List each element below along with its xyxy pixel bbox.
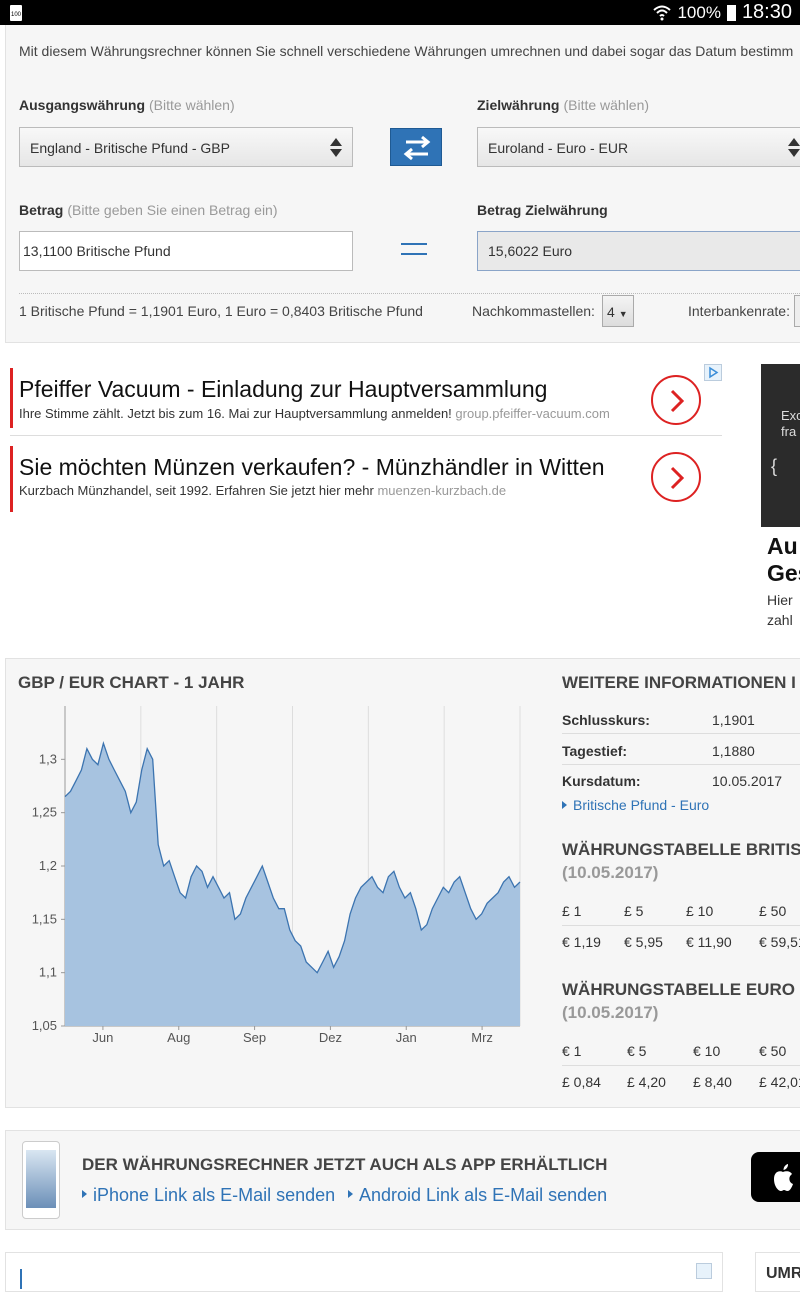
source-currency-select[interactable]: England - Britische Pfund - GBP <box>19 127 353 167</box>
table-gbp-title: WÄHRUNGSTABELLE BRITIS <box>562 840 800 859</box>
info-row-close: Schlusskurs: 1,1901 <box>562 704 800 734</box>
source-currency-label: Ausgangswährung (Bitte wählen) <box>19 97 235 113</box>
chevron-right-icon <box>670 466 685 490</box>
apple-icon <box>774 1164 793 1191</box>
amount-label: Betrag (Bitte geben Sie einen Betrag ein) <box>19 202 278 218</box>
table-row: € 1 € 5 € 10 € 50 <box>562 1035 800 1066</box>
dropdown-arrow-icon: ▼ <box>618 309 628 319</box>
y-tick-label: 1,05 <box>32 1018 57 1033</box>
battery-percent: 100% <box>677 2 721 22</box>
target-amount-label: Betrag Zielwährung <box>477 202 608 218</box>
x-tick-label: Dez <box>319 1030 342 1045</box>
ad-title[interactable]: Sie möchten Münzen verkaufen? - Münzhänd… <box>19 454 605 481</box>
app-store-button[interactable] <box>751 1152 800 1202</box>
divider <box>19 293 800 294</box>
ad-arrow-button[interactable] <box>651 375 701 425</box>
bottom-ad-panel <box>5 1252 723 1292</box>
ad-description: Kurzbach Münzhandel, seit 1992. Erfahren… <box>19 483 507 498</box>
target-currency-select[interactable]: Euroland - Euro - EUR <box>477 127 800 167</box>
x-tick-label: Aug <box>167 1030 190 1045</box>
clock: 18:30 <box>741 1 792 23</box>
table-row: € 1,19 € 5,95 € 11,90 € 59,51 <box>562 934 800 950</box>
status-bar: 100 100% 18:30 <box>0 0 800 25</box>
interbank-select[interactable] <box>794 295 800 327</box>
swap-currencies-button[interactable] <box>390 128 442 166</box>
chart-title: GBP / EUR CHART - 1 JAHR <box>18 673 245 692</box>
bottom-right-panel: UMR <box>755 1252 800 1292</box>
decimals-select[interactable]: 4 ▼ <box>602 295 634 327</box>
pair-link[interactable]: Britische Pfund - Euro <box>562 797 709 813</box>
table-row: £ 0,84 £ 4,20 £ 8,40 £ 42,01 <box>562 1074 800 1090</box>
ad-description: Ihre Stimme zählt. Jetzt bis zum 16. Mai… <box>19 406 610 421</box>
ad-pfeiffer[interactable]: Pfeiffer Vacuum - Einladung zur Hauptver… <box>10 368 722 428</box>
side-ad-description: zahl <box>767 612 793 628</box>
converter-panel: Mit diesem Währungsrechner können Sie sc… <box>5 25 800 343</box>
app-title: DER WÄHRUNGSRECHNER JETZT AUCH ALS APP E… <box>82 1155 608 1174</box>
ad-kurzbach[interactable]: Sie möchten Münzen verkaufen? - Münzhänd… <box>10 446 722 512</box>
info-row-low: Tagestief: 1,1880 <box>562 735 800 765</box>
swap-icon <box>403 135 431 161</box>
ad-accent <box>20 1269 22 1289</box>
triangle-right-icon <box>82 1190 87 1198</box>
side-ad-description: Hier <box>767 592 793 608</box>
table-gbp-date: (10.05.2017) <box>562 863 659 882</box>
adchoices-icon[interactable] <box>696 1263 712 1279</box>
target-currency-label: Zielwährung (Bitte wählen) <box>477 97 650 113</box>
side-ad-image[interactable]: Exc fra { <box>761 364 800 527</box>
triangle-right-icon <box>562 801 567 809</box>
chevron-right-icon <box>670 389 685 413</box>
gbp-eur-chart: 1,05 1,1 1,15 1,2 1,25 1,3 Jun Aug Sep Dez Jan Mrz <box>32 706 521 1045</box>
app-panel <box>5 1130 800 1230</box>
side-ad-title[interactable]: Au <box>767 533 798 560</box>
y-tick-label: 1,3 <box>39 751 57 766</box>
y-tick-label: 1,25 <box>32 805 57 820</box>
select-arrows-icon <box>788 138 800 158</box>
target-amount-field: 15,6022 Euro <box>477 231 800 271</box>
ad-arrow-button[interactable] <box>651 452 701 502</box>
triangle-right-icon <box>348 1190 353 1198</box>
side-ad-title[interactable]: Ges <box>767 560 800 587</box>
info-title: WEITERE INFORMATIONEN I <box>562 673 796 692</box>
battery-icon <box>726 4 736 21</box>
decimals-label: Nachkommastellen: <box>472 303 595 319</box>
x-tick-label: Jun <box>92 1030 113 1045</box>
equals-icon <box>401 243 427 255</box>
iphone-link[interactable]: iPhone Link als E-Mail senden <box>82 1185 335 1206</box>
ad-divider <box>10 435 722 436</box>
phone-app-image <box>22 1141 60 1219</box>
table-eur-date: (10.05.2017) <box>562 1003 659 1022</box>
y-tick-label: 1,2 <box>39 858 57 873</box>
select-arrows-icon <box>330 138 342 158</box>
table-row: £ 1 £ 5 £ 10 £ 50 <box>562 895 800 926</box>
rate-text: 1 Britische Pfund = 1,1901 Euro, 1 Euro … <box>19 303 423 319</box>
info-row-date: Kursdatum: 10.05.2017 <box>562 773 783 789</box>
android-link[interactable]: Android Link als E-Mail senden <box>348 1185 607 1206</box>
wifi-icon <box>653 5 672 20</box>
converter-intro: Mit diesem Währungsrechner können Sie sc… <box>19 43 794 59</box>
x-tick-label: Sep <box>243 1030 266 1045</box>
table-eur-title: WÄHRUNGSTABELLE EURO ( <box>562 980 800 999</box>
y-tick-label: 1,1 <box>39 965 57 980</box>
y-tick-label: 1,15 <box>32 911 57 926</box>
amount-input[interactable]: 13,1100 Britische Pfund <box>19 231 353 271</box>
interbank-label: Interbankenrate: <box>688 303 790 319</box>
ad-title[interactable]: Pfeiffer Vacuum - Einladung zur Hauptver… <box>19 376 547 403</box>
x-tick-label: Mrz <box>471 1030 493 1045</box>
x-tick-label: Jan <box>396 1030 417 1045</box>
battery-icon: 100 <box>10 5 22 21</box>
